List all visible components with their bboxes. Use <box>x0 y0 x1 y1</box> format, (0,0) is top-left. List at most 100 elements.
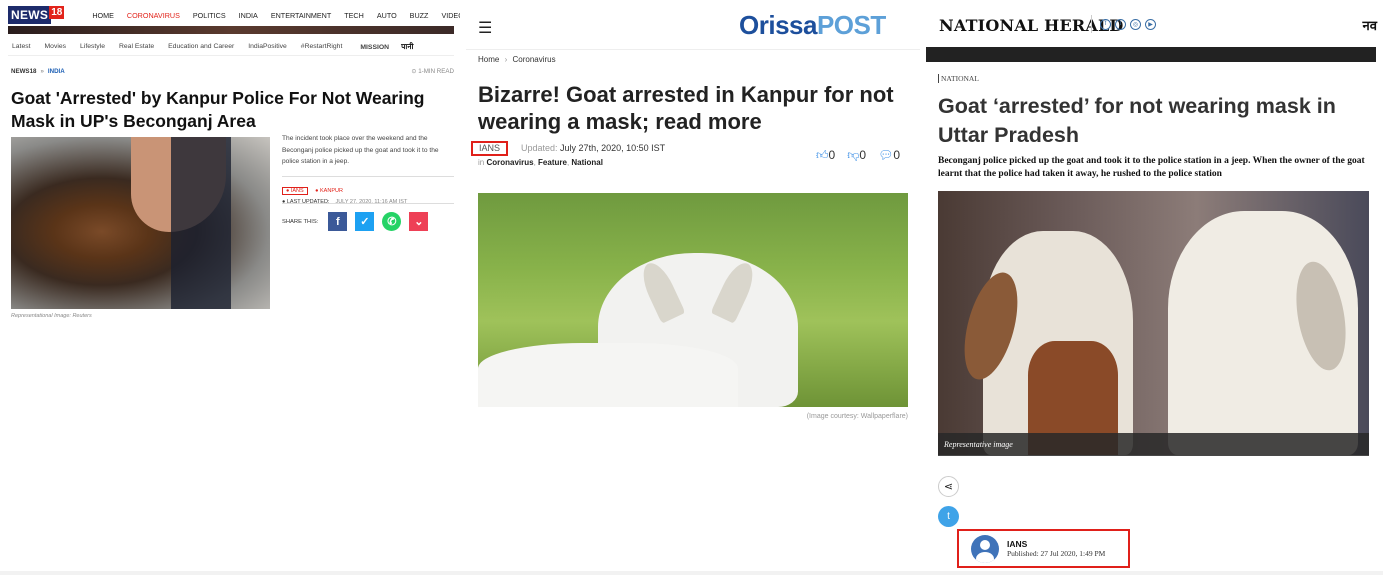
crumb-separator: » <box>40 68 44 75</box>
image-caption: (Image courtesy: Wallpaperflare) <box>806 413 908 420</box>
nav-item-politics[interactable]: POLITICS <box>193 11 226 20</box>
article-lead: The incident took place over the weekend… <box>282 135 439 165</box>
chevron-right-icon: › <box>504 55 508 64</box>
category-coronavirus[interactable]: Coronavirus <box>486 158 533 167</box>
comment-button[interactable]: 💬︎0 <box>878 148 900 163</box>
nav-item-tech[interactable]: TECH <box>344 11 364 20</box>
image-shirt <box>171 137 231 309</box>
author-name: IANS <box>1007 539 1028 549</box>
category-line: in Coronavirus, Feature, National <box>478 158 603 167</box>
nav-item-buzz[interactable]: BUZZ <box>410 11 429 20</box>
crumb-home[interactable]: NEWS18 <box>11 68 36 75</box>
bottom-divider <box>0 571 1383 575</box>
crumb-home[interactable]: Home <box>478 55 499 64</box>
nav-item-india[interactable]: INDIA <box>239 11 258 20</box>
updated-line: Updated: July 27th, 2020, 10:50 IST <box>521 143 665 153</box>
updated-date: July 27th, 2020, 10:50 IST <box>560 143 666 153</box>
image-goat-horn-left <box>636 258 686 324</box>
reactions-bar: 👍︎0 👎︎0 💬︎0 <box>816 148 900 163</box>
image-caption-bar: Representative image <box>938 433 1369 456</box>
mission-label: MISSION <box>360 43 390 51</box>
image-caption: Representative image <box>944 440 1013 449</box>
hamburger-menu-icon[interactable]: ☰ <box>478 18 492 38</box>
subnav-india-positive[interactable]: IndiaPositive <box>248 43 287 50</box>
nav-item-videos[interactable]: VIDEOS <box>441 11 460 20</box>
location-tag[interactable]: ● KANPUR <box>315 188 343 194</box>
pocket-icon[interactable]: ⌄ <box>409 212 429 231</box>
mission-hindi: पानी <box>401 41 414 51</box>
article-title: Goat ‘arrested’ for not wearing mask in … <box>938 94 1336 147</box>
news18-header: NEWS 18 HOME CORONAVIRUS POLITICS INDIA … <box>8 4 460 26</box>
article-lead: Beconganj police picked up the goat and … <box>938 156 1365 179</box>
facebook-icon[interactable]: f <box>328 212 348 231</box>
read-time: ⊙ 1-MIN READ <box>411 68 454 75</box>
thumbs-down-icon: 👎︎ <box>847 148 860 162</box>
news18-logo-text: NEWS <box>8 6 52 24</box>
news18-logo-number: 18 <box>49 5 65 19</box>
news18-banner-strip <box>8 26 454 34</box>
news18-logo[interactable]: NEWS 18 <box>8 5 65 24</box>
share-icon[interactable]: ⋖ <box>938 476 959 497</box>
subnav-movies[interactable]: Movies <box>45 43 67 50</box>
image-goat-horn-right <box>710 258 760 324</box>
subnav-mission-paani[interactable]: MISSION पानी <box>356 42 413 52</box>
category-label[interactable]: NATIONAL <box>938 74 979 83</box>
whatsapp-icon[interactable]: ✆ <box>382 212 402 231</box>
nav-item-auto[interactable]: AUTO <box>377 11 397 20</box>
instagram-icon[interactable]: ◎ <box>1130 18 1141 30</box>
read-time-text: 1-MIN READ <box>418 68 454 75</box>
subnav-real-estate[interactable]: Real Estate <box>119 43 154 50</box>
dislike-count: 0 <box>859 148 867 162</box>
nav-item-home[interactable]: HOME <box>92 11 114 20</box>
source-name: IANS <box>290 188 304 194</box>
in-label: in <box>478 158 485 167</box>
author-info: IANS Published: 27 Jul 2020, 1:49 PM <box>1007 539 1105 558</box>
location-name: KANPUR <box>320 188 343 194</box>
social-links: f t ◎ ▶ <box>1091 15 1156 33</box>
orissapost-panel: ☰ OrissaPOST Home › Coronavirus Bizarre!… <box>466 0 920 575</box>
comment-icon: 💬︎ <box>878 148 894 162</box>
published-date: Published: 27 Jul 2020, 1:49 PM <box>1007 549 1106 558</box>
subnav-lifestyle[interactable]: Lifestyle <box>80 43 105 50</box>
share-label: SHARE THIS: <box>282 218 319 225</box>
category-feature[interactable]: Feature <box>538 158 567 167</box>
image-goat-body <box>478 343 738 407</box>
image-caption: Representational Image: Reuters <box>11 313 92 319</box>
comment-count: 0 <box>893 148 901 162</box>
hindi-edition-link[interactable]: नव <box>1363 16 1377 34</box>
subnav-education-career[interactable]: Education and Career <box>168 43 234 50</box>
twitter-icon[interactable]: ✓ <box>355 212 375 231</box>
crumb-section[interactable]: Coronavirus <box>512 55 555 64</box>
youtube-icon[interactable]: ▶ <box>1145 18 1156 30</box>
breadcrumb: NEWS18 » INDIA ⊙ 1-MIN READ <box>11 68 454 75</box>
dislike-button[interactable]: 👎︎0 <box>847 148 866 163</box>
thumbs-up-icon: 👍︎ <box>816 148 829 162</box>
logo-main: Orissa <box>739 10 817 40</box>
source-badge[interactable]: ● IANS <box>282 187 308 195</box>
orissapost-logo[interactable]: OrissaPOST <box>739 10 886 41</box>
article-image <box>11 137 270 309</box>
subnav-latest[interactable]: Latest <box>12 43 31 50</box>
category-national[interactable]: National <box>571 158 603 167</box>
article-image <box>478 193 908 407</box>
like-button[interactable]: 👍︎0 <box>816 148 835 163</box>
author-box[interactable]: IANS Published: 27 Jul 2020, 1:49 PM <box>957 529 1130 568</box>
twitter-share-icon[interactable]: t <box>938 506 959 527</box>
source-badge[interactable]: IANS <box>471 141 509 156</box>
updated-label: Updated: <box>521 143 558 153</box>
nav-item-entertainment[interactable]: ENTERTAINMENT <box>271 11 331 20</box>
breadcrumb: Home › Coronavirus <box>478 55 556 64</box>
facebook-icon[interactable]: f <box>1100 18 1111 30</box>
crumb-section[interactable]: INDIA <box>48 68 65 75</box>
news18-panel: NEWS 18 HOME CORONAVIRUS POLITICS INDIA … <box>0 0 460 575</box>
twitter-icon[interactable]: t <box>1115 18 1126 30</box>
article-meta: ● IANS ● KANPUR ● LAST UPDATED: JULY 27, … <box>282 176 454 205</box>
article-image <box>938 191 1369 455</box>
avatar <box>971 534 999 563</box>
orissapost-header: ☰ OrissaPOST <box>466 0 920 50</box>
subnav-restart-right[interactable]: #RestartRight <box>301 43 343 50</box>
article-title: Goat 'Arrested' by Kanpur Police For Not… <box>11 88 425 131</box>
article-title: Bizarre! Goat arrested in Kanpur for not… <box>478 82 894 134</box>
nav-item-coronavirus[interactable]: CORONAVIRUS <box>127 11 180 20</box>
news18-sub-nav: Latest Movies Lifestyle Real Estate Educ… <box>8 38 454 56</box>
